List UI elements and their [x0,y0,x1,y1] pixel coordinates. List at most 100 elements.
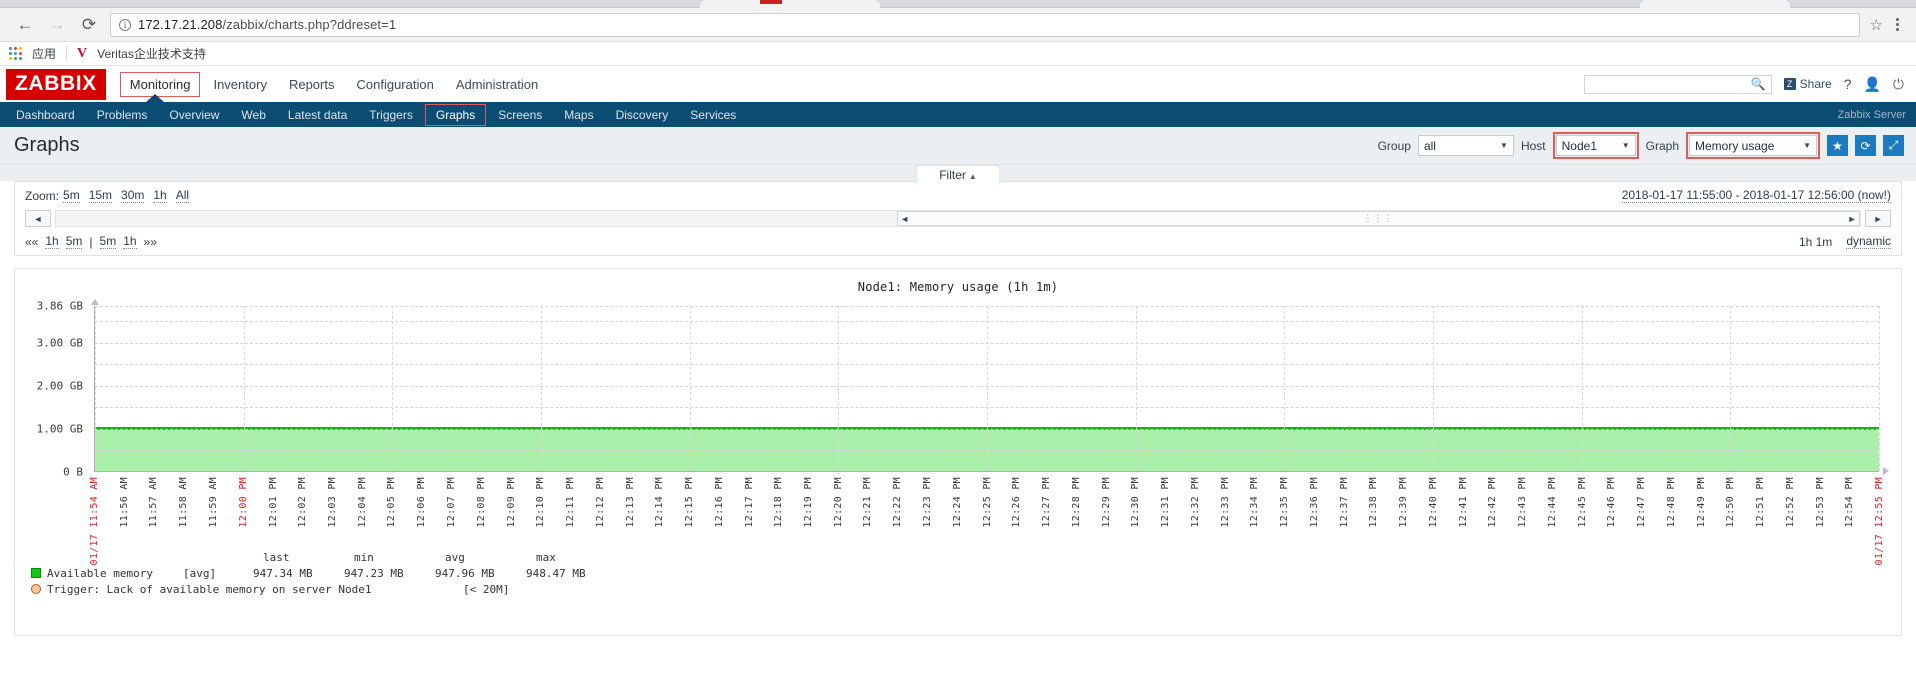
zoom-option-1h[interactable]: 1h [153,188,166,203]
paging-last[interactable]: »» [144,235,157,249]
paging-right: 1h 1m dynamic [1799,234,1891,249]
page-header: Graphs Group all ▼ Host Node1 ▼ Graph Me… [0,127,1916,165]
top-menu-item-monitoring[interactable]: Monitoring [120,72,201,97]
search-input[interactable]: 🔍 [1584,75,1772,94]
paging-dynamic-link[interactable]: dynamic [1846,234,1891,249]
help-icon[interactable]: ? [1844,76,1852,92]
sub-nav-item-dashboard[interactable]: Dashboard [6,105,85,125]
x-axis-tick-label: 12:47 PM [1636,477,1647,528]
share-button[interactable]: Z Share [1784,77,1832,91]
x-axis-tick-label: 01/17 11:54 AM [89,477,100,566]
x-axis-tick-label: 12:40 PM [1428,477,1439,528]
x-axis-tick-label: 12:09 PM [506,477,517,528]
legend-row-trigger: Trigger: Lack of available memory on ser… [31,581,41,597]
thumb-grip-icon[interactable]: ⋮⋮⋮ [1363,213,1393,224]
x-axis-tick-label: 12:29 PM [1101,477,1112,528]
zabbix-logo[interactable]: ZABBIX [6,69,106,100]
refresh-button[interactable]: ⟳ [1855,135,1876,156]
x-axis-tick-label: 12:54 PM [1844,477,1855,528]
bookmark-apps-label[interactable]: 应用 [32,45,56,62]
x-axis-tick-label: 12:32 PM [1190,477,1201,528]
x-axis-tick-label: 12:00 PM [238,477,249,528]
x-axis-tick-label: 12:04 PM [357,477,368,528]
graph-select-highlight: Memory usage ▼ [1686,132,1820,159]
apps-grid-icon[interactable] [9,47,22,60]
x-axis-tick-label: 12:14 PM [654,477,665,528]
sub-nav-item-screens[interactable]: Screens [488,105,552,125]
sub-nav-item-latest-data[interactable]: Latest data [278,105,357,125]
paging-fwd-5m[interactable]: 5m [100,234,117,249]
zoom-option-all[interactable]: All [176,188,189,203]
legend-series-name: Available memory [47,567,153,580]
search-icon[interactable]: 🔍 [1751,77,1766,91]
graph-select[interactable]: Memory usage ▼ [1689,135,1817,156]
top-menu-item-administration[interactable]: Administration [447,73,547,96]
reload-icon[interactable]: ⟳ [78,14,100,36]
sub-nav-item-problems[interactable]: Problems [87,105,158,125]
y-axis-tick-label: 1.00 GB [37,422,83,435]
host-label: Host [1521,139,1546,153]
x-axis-tick-label: 12:49 PM [1696,477,1707,528]
url-path: /zabbix/charts.php?ddreset=1 [222,17,396,32]
address-bar[interactable]: i 172.17.21.208/zabbix/charts.php?ddrese… [110,13,1860,37]
legend-row-available-memory: Available memory [avg] 947.34 MB 947.23 … [31,565,41,581]
zoom-option-30m[interactable]: 30m [121,188,144,203]
bookmark-star-icon[interactable]: ☆ [1870,16,1883,34]
chevron-down-icon: ▼ [1490,141,1508,150]
thumb-right-arrow-icon[interactable]: ► [1845,214,1859,224]
x-axis-tick-label: 12:48 PM [1666,477,1677,528]
top-menu-item-inventory[interactable]: Inventory [204,73,275,96]
chevron-up-icon: ▲ [969,172,977,181]
scroll-right-button[interactable]: ► [1865,210,1891,227]
top-menu-item-reports[interactable]: Reports [280,73,344,96]
back-icon[interactable]: ← [14,14,36,36]
favorite-button[interactable]: ★ [1827,135,1848,156]
zoom-option-5m[interactable]: 5m [63,188,80,203]
bookmark-veritas-label[interactable]: Veritas企业技术支持 [97,45,206,62]
filter-tab[interactable]: Filter▲ [916,165,1000,185]
browser-menu-icon[interactable] [1893,18,1902,31]
paging-back-5m[interactable]: 5m [66,234,83,249]
x-axis-tick-label: 12:19 PM [803,477,814,528]
host-select[interactable]: Node1 ▼ [1556,135,1636,156]
fullscreen-button[interactable]: ⤢ [1883,135,1904,156]
sub-nav-item-triggers[interactable]: Triggers [359,105,423,125]
x-axis-tick-label: 12:10 PM [535,477,546,528]
x-axis-tick-label: 12:33 PM [1220,477,1231,528]
thumb-left-arrow-icon[interactable]: ◄ [898,214,912,224]
chevron-down-icon: ▼ [1612,141,1630,150]
sub-nav-item-maps[interactable]: Maps [554,105,603,125]
trigger-text: Trigger: Lack of available memory on ser… [47,583,372,596]
paging-fwd-1h[interactable]: 1h [123,234,136,249]
browser-tab-inactive[interactable] [700,0,880,8]
top-menu: Monitoring Inventory Reports Configurati… [120,72,547,97]
gridline-vertical [244,306,245,471]
legend-swatch-icon [31,568,41,578]
sub-nav-item-graphs[interactable]: Graphs [425,104,486,126]
sub-nav-item-discovery[interactable]: Discovery [606,105,679,125]
sub-nav-item-overview[interactable]: Overview [159,105,229,125]
x-axis-tick-label: 12:03 PM [327,477,338,528]
time-scroll-track[interactable]: ◄ ⋮⋮⋮ ► [55,210,1861,227]
time-range-label[interactable]: 2018-01-17 11:55:00 - 2018-01-17 12:56:0… [1622,188,1891,203]
group-select[interactable]: all ▼ [1418,135,1514,156]
sub-nav-item-web[interactable]: Web [231,105,275,125]
filter-tab-label: Filter [939,168,966,182]
x-axis-tick-label: 12:05 PM [386,477,397,528]
paging-first[interactable]: «« [25,235,38,249]
x-axis-tick-label: 12:15 PM [684,477,695,528]
power-icon[interactable]: ⏻ [1893,76,1904,93]
paging-back-1h[interactable]: 1h [45,234,58,249]
top-menu-item-configuration[interactable]: Configuration [347,73,442,96]
scroll-left-button[interactable]: ◄ [25,210,51,227]
browser-tab-inactive-2[interactable] [1640,0,1790,8]
time-scroll-thumb[interactable]: ◄ ⋮⋮⋮ ► [897,211,1860,226]
sub-nav-item-services[interactable]: Services [680,105,746,125]
x-axis-tick-label: 12:44 PM [1547,477,1558,528]
group-label: Group [1378,139,1411,153]
paging-row: «« 1h 5m | 5m 1h »» 1h 1m dynamic [25,234,1891,249]
zoom-option-15m[interactable]: 15m [89,188,112,203]
x-axis-tick-label: 12:38 PM [1368,477,1379,528]
user-icon[interactable]: 👤 [1863,76,1880,93]
site-info-icon[interactable]: i [119,19,131,31]
